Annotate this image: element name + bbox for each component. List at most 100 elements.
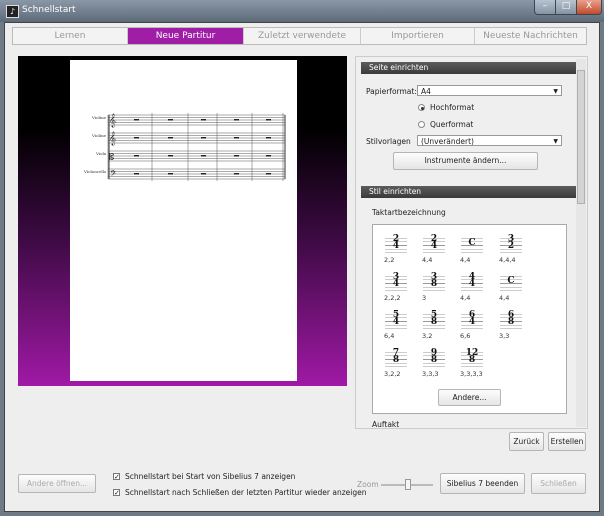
app-icon: ♪	[6, 5, 19, 18]
show-on-close-checkbox[interactable]: ✓	[113, 489, 120, 497]
time-signature-caption: 2,2	[384, 256, 395, 264]
whole-rest	[201, 119, 206, 121]
style-setup-header[interactable]: Stil einrichten	[361, 186, 580, 198]
time-signature-bottom: 8	[392, 355, 400, 365]
chevron-down-icon: ▼	[553, 138, 558, 145]
whole-rest	[266, 155, 271, 157]
tab-new-score[interactable]: Neue Partitur	[128, 28, 244, 44]
time-signature-caption: 6,6	[460, 332, 471, 340]
whole-rest	[168, 173, 173, 175]
whole-rest	[134, 119, 139, 121]
time-signature-glyph: 54	[385, 311, 407, 327]
tab-recent[interactable]: Zuletzt verwendete	[244, 28, 361, 44]
instrument-label: Violine	[92, 133, 107, 138]
quit-sibelius-button[interactable]: Sibelius 7 beenden	[440, 473, 525, 494]
whole-rest	[266, 137, 271, 139]
portrait-label[interactable]: Hochformat	[430, 103, 474, 112]
whole-rest	[266, 119, 271, 121]
time-signature-bottom: 8	[468, 355, 476, 365]
time-signature-bottom: 4	[468, 279, 476, 289]
instrument-label: Violine	[92, 115, 107, 120]
time-signature-glyph: 34	[385, 273, 407, 289]
whole-rest	[234, 137, 239, 139]
time-signature-caption: 3	[422, 294, 427, 302]
portrait-radio[interactable]	[418, 104, 425, 111]
paper-size-value: A4	[421, 87, 431, 96]
tab-learn[interactable]: Lernen	[13, 28, 128, 44]
tab-bar: Lernen Neue Partitur Zuletzt verwendete …	[12, 27, 587, 45]
whole-rest	[168, 137, 173, 139]
landscape-radio[interactable]	[418, 121, 425, 128]
minimize-button[interactable]: –	[534, 0, 556, 15]
whole-rest	[266, 173, 271, 175]
time-signature-caption: 6,4	[384, 332, 395, 340]
paper-size-select[interactable]: A4 ▼	[417, 85, 562, 96]
close-button[interactable]: Schließen	[531, 473, 586, 494]
tab-news[interactable]: Neueste Nachrichten	[475, 28, 586, 44]
score-preview: 𝄞 𝄞 𝄡 𝄢 Violine Violine Viola Violoncell…	[18, 56, 347, 386]
time-signature-top: C	[507, 276, 515, 286]
time-signature-bottom: 2	[507, 241, 515, 251]
zoom-label: Zoom	[357, 480, 379, 489]
time-signature-caption: 4,4	[422, 256, 433, 264]
time-signature-glyph: 78	[385, 349, 407, 365]
open-other-button[interactable]: Andere öffnen...	[18, 474, 96, 493]
close-window-button[interactable]: X	[576, 0, 602, 15]
zoom-slider-thumb[interactable]	[405, 479, 411, 490]
landscape-label[interactable]: Querformat	[430, 120, 473, 129]
time-signature-glyph: 98	[423, 349, 445, 365]
show-on-start-label[interactable]: Schnellstart bei Start von Sibelius 7 an…	[125, 472, 295, 481]
whole-rest	[234, 119, 239, 121]
time-signature-glyph: 58	[423, 311, 445, 327]
time-signature-glyph: 44	[461, 273, 483, 289]
instrument-label: Viola	[96, 151, 107, 156]
time-signature-bottom: 4	[430, 241, 438, 251]
time-signature-bottom: 4	[392, 279, 400, 289]
time-signature-glyph: 24	[423, 235, 445, 251]
whole-rest	[201, 173, 206, 175]
whole-rest	[234, 173, 239, 175]
time-signature-caption: 3,3,3	[422, 370, 439, 378]
title-bar[interactable]: ♪ Schnellstart	[0, 0, 604, 22]
time-signature-bottom: 8	[430, 355, 438, 365]
time-signature-label: Taktartbezeichnung	[372, 208, 446, 217]
show-on-close-label[interactable]: Schnellstart nach Schließen der letzten …	[125, 488, 366, 497]
time-signature-caption: 3,2,2	[384, 370, 401, 378]
whole-rest	[134, 137, 139, 139]
time-signature-glyph: C	[461, 239, 483, 248]
time-signature-caption: 4,4,4	[499, 256, 516, 264]
maximize-button[interactable]: □	[555, 0, 577, 15]
whole-rest	[168, 155, 173, 157]
time-signature-caption: 3,3,3,3	[460, 370, 483, 378]
scrollbar-thumb[interactable]	[577, 70, 585, 204]
chevron-down-icon: ▼	[553, 88, 558, 95]
alto-clef-icon: 𝄡	[109, 151, 114, 163]
window-title: Schnellstart	[22, 5, 76, 15]
time-signature-bottom: 4	[392, 317, 400, 327]
instrument-label: Violoncello	[84, 169, 107, 174]
time-signature-glyph: C	[500, 276, 522, 286]
time-signature-glyph: 64	[461, 311, 483, 327]
treble-clef-icon: 𝄞	[109, 131, 116, 145]
change-instruments-button[interactable]: Instrumente ändern...	[393, 152, 538, 170]
time-signature-caption: 3,3	[499, 332, 510, 340]
score-page: 𝄞 𝄞 𝄡 𝄢 Violine Violine Viola Violoncell…	[70, 60, 297, 381]
time-signature-bottom: 4	[392, 241, 400, 251]
other-time-signature-button[interactable]: Andere...	[438, 389, 501, 406]
time-signature-glyph: 38	[423, 273, 445, 289]
treble-clef-icon: 𝄞	[109, 113, 116, 127]
back-button[interactable]: Zurück	[509, 432, 544, 451]
score-staves: 𝄞 𝄞 𝄡 𝄢	[107, 113, 286, 181]
whole-rest	[134, 155, 139, 157]
time-signature-caption: 4,4	[460, 294, 471, 302]
show-on-start-checkbox[interactable]: ✓	[113, 473, 120, 481]
whole-rest	[134, 173, 139, 175]
house-style-select[interactable]: (Unverändert) ▼	[417, 135, 562, 146]
house-style-label: Stilvorlagen	[366, 137, 411, 146]
house-style-value: (Unverändert)	[421, 137, 474, 146]
tab-import[interactable]: Importieren	[361, 28, 475, 44]
page-setup-header[interactable]: Seite einrichten	[361, 62, 580, 74]
time-signature-caption: 4,4	[460, 256, 471, 264]
create-button[interactable]: Erstellen	[548, 432, 586, 451]
time-signature-bottom: 8	[507, 317, 515, 327]
